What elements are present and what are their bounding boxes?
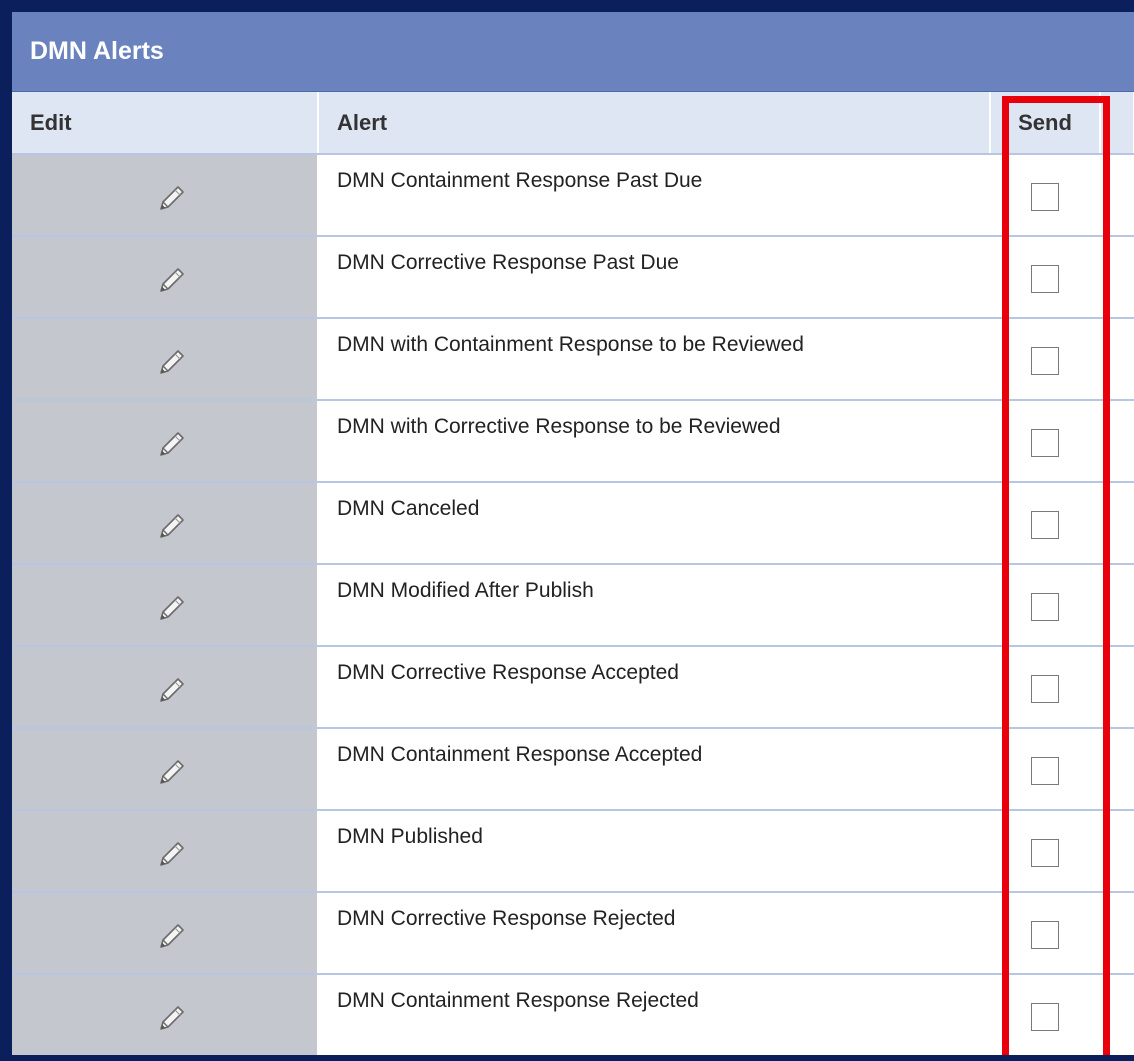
alerts-table: Edit Alert Send DMN Containment Response… [12,92,1134,1055]
column-header-alert[interactable]: Alert [318,92,991,155]
alert-name: DMN Canceled [318,482,990,565]
send-cell [990,892,1100,975]
pencil-icon [157,921,187,951]
panel-title: DMN Alerts [30,37,164,65]
alert-name: DMN Containment Response Accepted [318,728,990,811]
send-checkbox[interactable] [1031,1003,1059,1031]
pencil-icon [157,675,187,705]
panel-header: DMN Alerts [12,12,1134,92]
row-spacer [1100,892,1134,975]
pencil-icon [157,593,187,623]
column-header-edit[interactable]: Edit [12,92,319,155]
edit-button[interactable] [12,154,319,237]
pencil-icon [157,839,187,869]
send-cell [990,154,1100,237]
send-cell [990,318,1100,401]
row-spacer [1100,974,1134,1055]
send-cell [990,974,1100,1055]
alert-name: DMN Corrective Response Accepted [318,646,990,729]
alert-name: DMN Containment Response Past Due [318,154,990,237]
pencil-icon [157,183,187,213]
table-row: DMN Containment Response Past Due [12,154,1134,237]
edit-button[interactable] [12,318,319,401]
edit-button[interactable] [12,974,319,1055]
send-checkbox[interactable] [1031,921,1059,949]
alert-name: DMN with Corrective Response to be Revie… [318,400,990,483]
row-spacer [1100,318,1134,401]
send-checkbox[interactable] [1031,593,1059,621]
table-row: DMN Corrective Response Past Due [12,236,1134,319]
send-checkbox[interactable] [1031,429,1059,457]
alert-name: DMN Containment Response Rejected [318,974,990,1055]
alert-name: DMN Published [318,810,990,893]
send-checkbox[interactable] [1031,511,1059,539]
send-cell [990,236,1100,319]
send-cell [990,564,1100,647]
edit-button[interactable] [12,482,319,565]
send-cell [990,810,1100,893]
pencil-icon [157,757,187,787]
send-cell [990,728,1100,811]
table-row: DMN Containment Response Accepted [12,728,1134,811]
column-header-spacer [1100,92,1134,155]
dmn-alerts-panel: DMN Alerts Edit Alert Send DMN Containme… [12,12,1134,1055]
pencil-icon [157,1003,187,1033]
table-row: DMN with Corrective Response to be Revie… [12,400,1134,483]
row-spacer [1100,810,1134,893]
send-checkbox[interactable] [1031,183,1059,211]
edit-button[interactable] [12,564,319,647]
edit-button[interactable] [12,236,319,319]
pencil-icon [157,347,187,377]
send-cell [990,646,1100,729]
edit-button[interactable] [12,728,319,811]
edit-button[interactable] [12,892,319,975]
column-header-send[interactable]: Send [990,92,1101,155]
pencil-icon [157,511,187,541]
table-row: DMN Canceled [12,482,1134,565]
alert-name: DMN with Containment Response to be Revi… [318,318,990,401]
send-checkbox[interactable] [1031,757,1059,785]
alert-name: DMN Corrective Response Past Due [318,236,990,319]
row-spacer [1100,728,1134,811]
edit-button[interactable] [12,810,319,893]
send-cell [990,400,1100,483]
row-spacer [1100,236,1134,319]
send-checkbox[interactable] [1031,265,1059,293]
table-row: DMN Containment Response Rejected [12,974,1134,1055]
pencil-icon [157,265,187,295]
edit-button[interactable] [12,400,319,483]
row-spacer [1100,482,1134,565]
table-row: DMN Published [12,810,1134,893]
table-row: DMN Corrective Response Rejected [12,892,1134,975]
table-row: DMN Corrective Response Accepted [12,646,1134,729]
send-checkbox[interactable] [1031,675,1059,703]
alert-name: DMN Modified After Publish [318,564,990,647]
alert-name: DMN Corrective Response Rejected [318,892,990,975]
send-cell [990,482,1100,565]
row-spacer [1100,646,1134,729]
row-spacer [1100,154,1134,237]
row-spacer [1100,400,1134,483]
alerts-table-body: DMN Containment Response Past Due DMN Cor… [12,154,1134,1055]
table-header-row: Edit Alert Send [12,92,1134,155]
edit-button[interactable] [12,646,319,729]
table-row: DMN Modified After Publish [12,564,1134,647]
send-checkbox[interactable] [1031,347,1059,375]
send-checkbox[interactable] [1031,839,1059,867]
row-spacer [1100,564,1134,647]
table-row: DMN with Containment Response to be Revi… [12,318,1134,401]
pencil-icon [157,429,187,459]
